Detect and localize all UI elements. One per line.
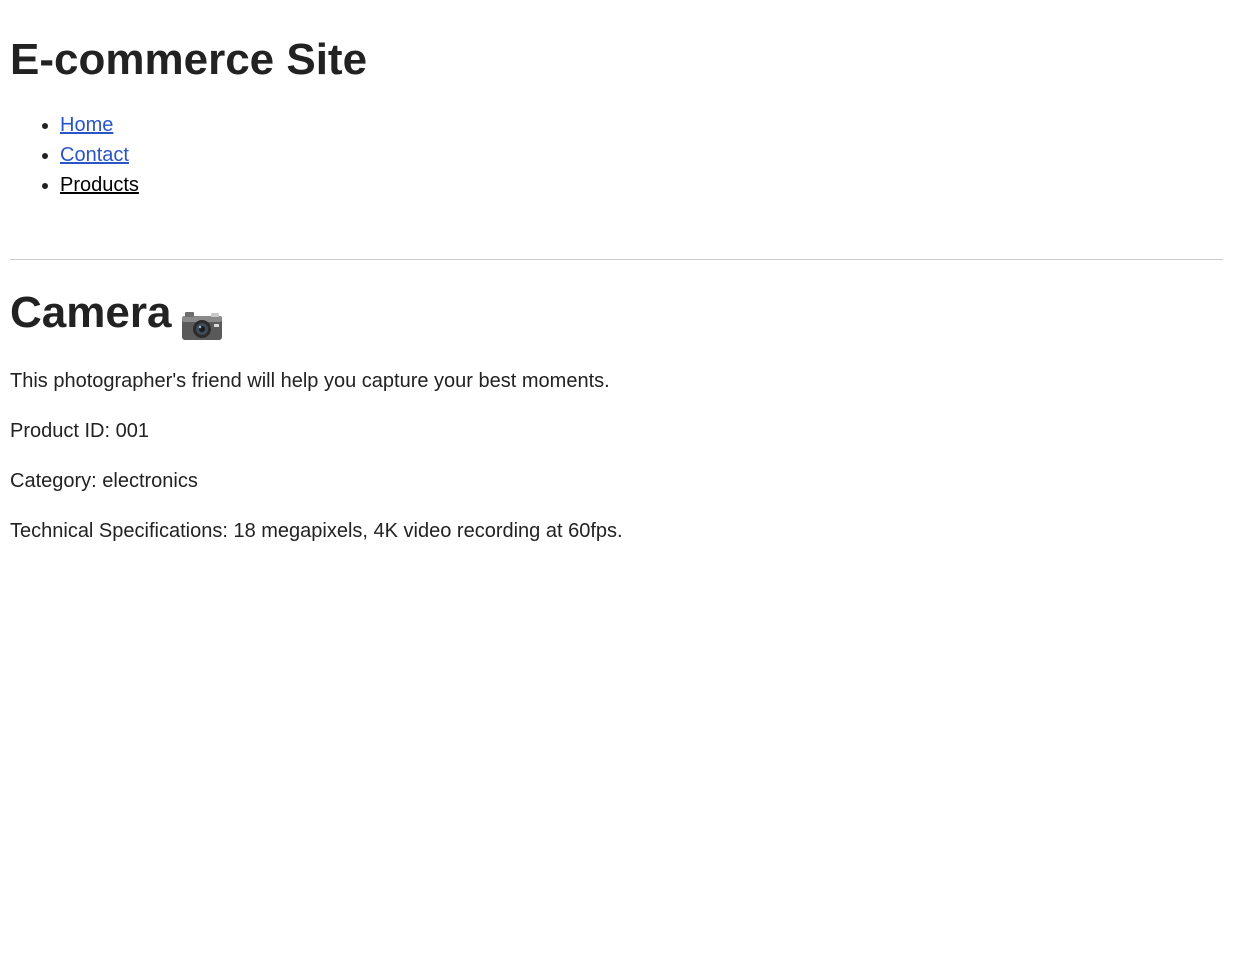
product-category: Category: electronics: [10, 470, 198, 492]
nav-item-home: Home: [60, 110, 139, 140]
product-title: Camera: [10, 288, 223, 340]
product-name: Camera: [10, 288, 172, 337]
nav-item-contact: Contact: [60, 140, 139, 170]
nav-link-contact[interactable]: Contact: [60, 144, 129, 166]
camera-icon: [181, 302, 223, 340]
nav-link-home[interactable]: Home: [60, 114, 113, 136]
main-nav: Home Contact Products: [10, 110, 139, 200]
product-description: This photographer's friend will help you…: [10, 370, 610, 392]
nav-link-products[interactable]: Products: [60, 174, 139, 196]
divider: [10, 259, 1223, 260]
site-title: E-commerce Site: [10, 35, 368, 84]
product-id: Product ID: 001: [10, 420, 149, 442]
nav-item-products: Products: [60, 170, 139, 200]
product-specs: Technical Specifications: 18 megapixels,…: [10, 520, 623, 542]
